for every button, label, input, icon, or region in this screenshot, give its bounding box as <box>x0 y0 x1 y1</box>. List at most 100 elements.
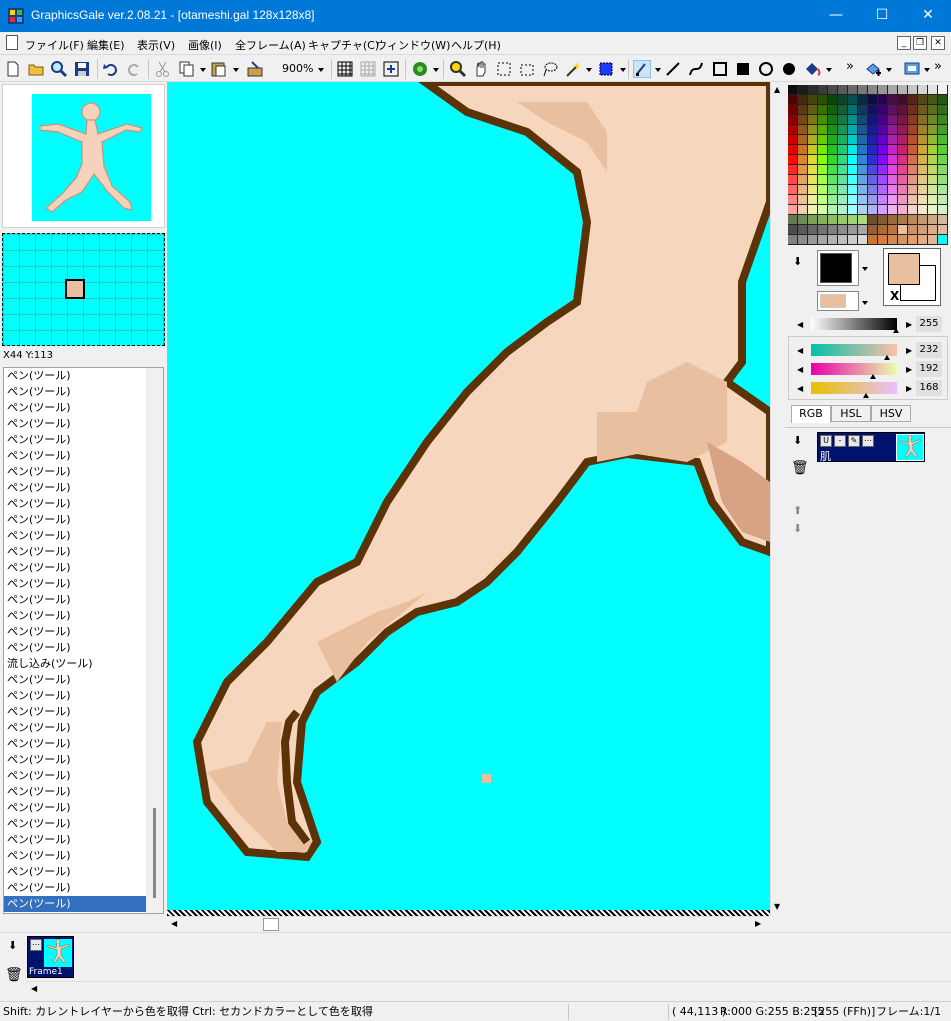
palette-swatch[interactable] <box>938 115 948 125</box>
palette-swatch[interactable] <box>918 115 928 125</box>
menu-view[interactable]: 表示(V) <box>137 37 175 53</box>
history-item[interactable]: ペン(ツール) <box>4 592 146 608</box>
swap-color-label[interactable]: X <box>890 289 899 303</box>
history-item[interactable]: ペン(ツール) <box>4 560 146 576</box>
history-item[interactable]: ペン(ツール) <box>4 736 146 752</box>
palette-swatch[interactable] <box>878 145 888 155</box>
frame-scrollbar[interactable]: ◀ <box>27 981 951 997</box>
green-slider-left-arrow[interactable]: ◀ <box>797 365 803 374</box>
palette-swatch[interactable] <box>938 85 948 95</box>
palette-swatch[interactable] <box>868 185 878 195</box>
palette-swatch[interactable] <box>848 165 858 175</box>
green-slider-thumb[interactable] <box>870 374 876 379</box>
blue-slider-thumb[interactable] <box>863 393 869 398</box>
palette-swatch[interactable] <box>808 225 818 235</box>
palette-swatch[interactable] <box>868 235 878 245</box>
tab-rgb[interactable]: RGB <box>791 405 831 423</box>
history-item[interactable]: ペン(ツール) <box>4 448 146 464</box>
palette-swatch[interactable] <box>818 95 828 105</box>
menu-image[interactable]: 画像(I) <box>188 37 222 53</box>
history-item[interactable]: ペン(ツール) <box>4 832 146 848</box>
layer-move-up-icon[interactable]: ⬆ <box>793 504 802 517</box>
palette-swatch[interactable] <box>878 115 888 125</box>
palette-swatch[interactable] <box>888 145 898 155</box>
rectangle-tool-icon[interactable] <box>711 60 729 78</box>
palette-swatch[interactable] <box>898 185 908 195</box>
gray-slider[interactable] <box>811 318 897 330</box>
foreground-color-swatch[interactable] <box>888 253 920 285</box>
palette-swatch[interactable] <box>818 105 828 115</box>
gray-slider-left-arrow[interactable]: ◀ <box>797 320 803 329</box>
select-color-icon[interactable] <box>597 60 615 78</box>
palette-swatch[interactable] <box>918 225 928 235</box>
palette-swatch[interactable] <box>878 135 888 145</box>
palette-swatch[interactable] <box>938 175 948 185</box>
palette-swatch[interactable] <box>858 95 868 105</box>
palette-swatch[interactable] <box>888 125 898 135</box>
gray-slider-right-arrow[interactable]: ▶ <box>906 320 912 329</box>
history-item[interactable]: ペン(ツール) <box>4 512 146 528</box>
maximize-button[interactable]: ☐ <box>859 0 905 32</box>
palette-swatch[interactable] <box>898 235 908 245</box>
palette-swatch[interactable] <box>848 175 858 185</box>
layer-move-down-icon[interactable]: ⬇ <box>793 522 802 535</box>
history-item[interactable]: ペン(ツール) <box>4 368 146 384</box>
history-scrollbar[interactable] <box>146 368 163 913</box>
palette-swatch[interactable] <box>928 115 938 125</box>
history-item[interactable]: ペン(ツール) <box>4 816 146 832</box>
palette-swatch[interactable] <box>798 95 808 105</box>
palette-swatch[interactable] <box>848 95 858 105</box>
palette-swatch[interactable] <box>798 125 808 135</box>
palette-swatch[interactable] <box>888 235 898 245</box>
primary-color-box[interactable] <box>817 250 859 286</box>
history-item[interactable]: ペン(ツール) <box>4 496 146 512</box>
palette-swatch[interactable] <box>908 165 918 175</box>
free-select-icon[interactable] <box>518 60 536 78</box>
history-item[interactable]: ペン(ツール) <box>4 432 146 448</box>
gray-value[interactable]: 255 <box>916 316 942 332</box>
palette-swatch[interactable] <box>908 125 918 135</box>
palette-swatch[interactable] <box>838 85 848 95</box>
palette-swatch[interactable] <box>828 235 838 245</box>
palette-swatch[interactable] <box>788 95 798 105</box>
palette-swatch[interactable] <box>868 195 878 205</box>
palette-swatch[interactable] <box>788 225 798 235</box>
palette-swatch[interactable] <box>888 185 898 195</box>
hand-icon[interactable] <box>472 60 490 78</box>
palette-swatch[interactable] <box>788 175 798 185</box>
filled-rectangle-tool-icon[interactable] <box>734 60 752 78</box>
palette-swatch[interactable] <box>808 85 818 95</box>
close-button[interactable]: ✕ <box>905 0 951 32</box>
palette-swatch[interactable] <box>788 165 798 175</box>
palette-swatch[interactable] <box>848 195 858 205</box>
menu-help[interactable]: ヘルプ(H) <box>451 37 501 53</box>
palette-swatch[interactable] <box>918 125 928 135</box>
menu-window[interactable]: ウィンドウ(W) <box>376 37 450 53</box>
palette-swatch[interactable] <box>808 185 818 195</box>
palette-swatch[interactable] <box>938 215 948 225</box>
palette-swatch[interactable] <box>928 205 938 215</box>
palette-swatch[interactable] <box>918 235 928 245</box>
palette-swatch[interactable] <box>788 235 798 245</box>
palette-swatch[interactable] <box>838 185 848 195</box>
palette-swatch[interactable] <box>828 195 838 205</box>
palette-swatch[interactable] <box>918 185 928 195</box>
palette-swatch[interactable] <box>928 135 938 145</box>
palette-swatch[interactable] <box>838 175 848 185</box>
palette-swatch[interactable] <box>878 105 888 115</box>
palette-swatch[interactable] <box>848 225 858 235</box>
palette-swatch[interactable] <box>858 235 868 245</box>
curve-tool-icon[interactable] <box>687 60 705 78</box>
palette-swatch[interactable] <box>818 135 828 145</box>
palette-swatch[interactable] <box>878 225 888 235</box>
palette-swatch[interactable] <box>928 125 938 135</box>
layer-delete-icon[interactable]: 🗑 <box>791 460 809 476</box>
palette-swatch[interactable] <box>918 85 928 95</box>
palette-swatch[interactable] <box>878 205 888 215</box>
menu-file[interactable]: ファイル(F) <box>25 37 84 53</box>
history-item[interactable]: ペン(ツール) <box>4 640 146 656</box>
palette-swatch[interactable] <box>848 85 858 95</box>
palette-swatch[interactable] <box>798 85 808 95</box>
palette-swatch[interactable] <box>928 155 938 165</box>
blue-value[interactable]: 168 <box>916 380 942 396</box>
